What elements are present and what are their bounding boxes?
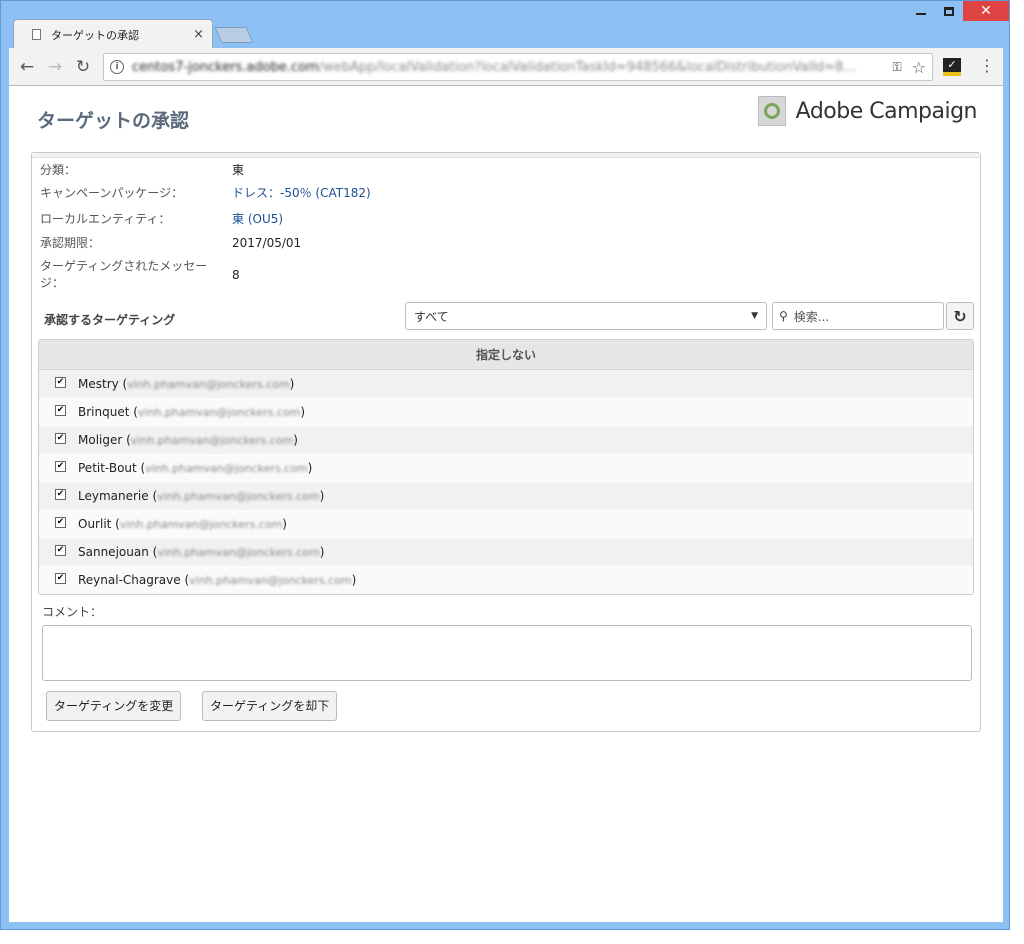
row-checkbox[interactable]: ✔ — [55, 376, 66, 388]
list-item: ✔ Brinquet (vinh.phamvan@jonckers.com) — [39, 398, 973, 426]
row-email: vinh.phamvan@jonckers.com — [130, 433, 294, 447]
reload-icon: ↻ — [75, 56, 91, 77]
window-controls: ✕ — [907, 1, 1009, 23]
minimize-icon — [916, 13, 926, 15]
field-label: 承認期限： — [40, 236, 101, 250]
row-name: Petit-Bout — [78, 461, 137, 475]
list-header: 指定しない — [39, 340, 973, 370]
minimize-button[interactable] — [907, 1, 935, 21]
row-checkbox[interactable]: ✔ — [55, 404, 66, 416]
field-label: 分類： — [40, 163, 77, 177]
comment-textarea[interactable] — [42, 625, 972, 681]
forward-button[interactable]: → — [41, 53, 69, 81]
row-email: vinh.phamvan@jonckers.com — [127, 377, 290, 391]
field-local-entity: ローカルエンティティ： 東 (OU5) — [40, 211, 283, 228]
field-value: 東 — [232, 163, 245, 177]
refresh-icon: ↻ — [953, 306, 967, 326]
back-button[interactable]: ← — [13, 53, 41, 81]
field-label: ターゲティングされたメッセージ： — [40, 259, 208, 290]
row-checkbox[interactable]: ✔ — [55, 516, 66, 528]
field-label: キャンペーンパッケージ： — [40, 186, 184, 200]
close-window-button[interactable]: ✕ — [963, 1, 1009, 21]
targeting-list: 指定しない ✔ Mestry (vinh.phamvan@jonckers.co… — [38, 339, 974, 595]
list-item: ✔ Petit-Bout (vinh.phamvan@jonckers.com) — [39, 454, 973, 482]
row-name: Sannejouan — [78, 545, 149, 559]
browser-window: ✕ ターゲットの承認 × ← → ↻ i centos7-jonckers.ad… — [0, 0, 1010, 930]
adobe-campaign-logo-icon — [757, 96, 786, 126]
caret-down-icon: ▼ — [751, 311, 758, 321]
refresh-button[interactable]: ↻ — [946, 302, 974, 330]
row-name: Mestry — [78, 377, 119, 391]
field-campaign-package: キャンペーンパッケージ： ドレス：-50％ (CAT182) — [40, 185, 371, 202]
list-item: ✔ Moliger (vinh.phamvan@jonckers.com) — [39, 426, 973, 454]
field-value: 2017/05/01 — [232, 236, 302, 250]
list-item: ✔ Mestry (vinh.phamvan@jonckers.com) — [39, 370, 973, 398]
row-email: vinh.phamvan@jonckers.com — [157, 545, 320, 559]
list-item: ✔ Leymanerie (vinh.phamvan@jonckers.com) — [39, 482, 973, 510]
list-item: ✔ Reynal-Chagrave (vinh.phamvan@jonckers… — [39, 566, 973, 594]
row-name: Ourlit — [78, 517, 112, 531]
row-email: vinh.phamvan@jonckers.com — [189, 573, 352, 587]
row-name: Reynal-Chagrave — [78, 573, 181, 587]
page-content: ターゲットの承認 Adobe Campaign 分類： 東 キャンペーンパッケー… — [9, 86, 1003, 922]
row-checkbox[interactable]: ✔ — [55, 432, 66, 444]
change-targeting-button[interactable]: ターゲティングを変更 — [46, 691, 182, 721]
tab-title: ターゲットの承認 — [51, 28, 139, 42]
search-input[interactable]: ⚲ 検索... — [772, 302, 944, 330]
field-targeted-messages: ターゲティングされたメッセージ： 8 — [40, 258, 240, 292]
select-value: すべて — [414, 309, 449, 324]
arrow-left-icon: ← — [19, 56, 35, 77]
url-host: centos7-jonckers.adobe.com — [132, 59, 319, 75]
search-icon: ⚲ — [779, 309, 788, 323]
row-checkbox[interactable]: ✔ — [55, 572, 66, 584]
browser-tab[interactable]: ターゲットの承認 × — [13, 19, 213, 49]
reload-button[interactable]: ↻ — [69, 53, 97, 81]
menu-dots-icon[interactable]: ⋮ — [979, 56, 995, 75]
document-icon — [32, 29, 41, 40]
row-name: Moliger — [78, 433, 123, 447]
row-checkbox[interactable]: ✔ — [55, 488, 66, 500]
row-email: vinh.phamvan@jonckers.com — [157, 489, 320, 503]
arrow-right-icon: → — [47, 56, 63, 77]
bookmark-star-icon[interactable]: ☆ — [912, 58, 926, 77]
new-tab-button[interactable] — [214, 27, 254, 43]
local-entity-link[interactable]: 東 (OU5) — [232, 211, 283, 228]
browser-toolbar: ← → ↻ i centos7-jonckers.adobe.com /webA… — [9, 48, 1003, 86]
brand-name: Adobe Campaign — [795, 98, 978, 124]
key-icon[interactable]: ⚿ — [893, 60, 902, 75]
maximize-icon — [944, 6, 954, 16]
brand: Adobe Campaign — [757, 96, 978, 126]
field-approval-deadline: 承認期限： 2017/05/01 — [40, 235, 301, 252]
field-category: 分類： 東 — [40, 162, 244, 179]
campaign-package-link[interactable]: ドレス：-50％ (CAT182) — [232, 185, 371, 202]
info-icon[interactable]: i — [110, 60, 124, 74]
approval-panel: 分類： 東 キャンペーンパッケージ： ドレス：-50％ (CAT182) ローカ… — [31, 152, 981, 732]
maximize-button[interactable] — [935, 1, 963, 21]
row-name: Leymanerie — [78, 489, 149, 503]
field-label: ローカルエンティティ： — [40, 212, 171, 226]
comment-label: コメント： — [42, 605, 103, 619]
list-item: ✔ Sannejouan (vinh.phamvan@jonckers.com) — [39, 538, 973, 566]
close-icon: ✕ — [980, 3, 992, 19]
row-email: vinh.phamvan@jonckers.com — [137, 405, 301, 419]
row-checkbox[interactable]: ✔ — [55, 460, 66, 472]
row-email: vinh.phamvan@jonckers.com — [145, 461, 308, 475]
extension-icon[interactable]: ✓ — [943, 58, 961, 76]
search-placeholder: 検索... — [793, 309, 830, 324]
row-email: vinh.phamvan@jonckers.com — [119, 517, 283, 531]
row-name: Brinquet — [78, 405, 130, 419]
list-rows: ✔ Mestry (vinh.phamvan@jonckers.com) ✔ B… — [39, 370, 973, 594]
reject-targeting-button[interactable]: ターゲティングを却下 — [202, 691, 338, 721]
row-checkbox[interactable]: ✔ — [55, 544, 66, 556]
url-path: /webApp/localValidation?localValidationT… — [318, 59, 856, 75]
page-title: ターゲットの承認 — [37, 110, 190, 132]
address-bar[interactable]: i centos7-jonckers.adobe.com /webApp/loc… — [103, 53, 933, 81]
field-value: 8 — [232, 268, 240, 282]
targeting-label: 承認するターゲティング — [44, 313, 176, 327]
targeting-filter-select[interactable]: すべて ▼ — [405, 302, 767, 330]
list-item: ✔ Ourlit (vinh.phamvan@jonckers.com) — [39, 510, 973, 538]
tab-close-icon[interactable]: × — [193, 27, 204, 42]
